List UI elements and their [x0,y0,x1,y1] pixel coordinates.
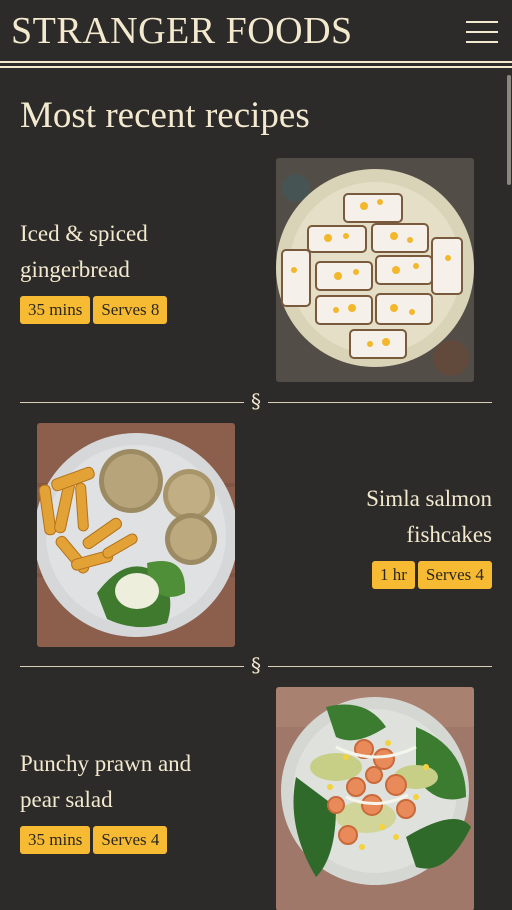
section-sign: § [251,389,261,413]
recipe-photo[interactable] [276,158,474,382]
recipe-title-line: Punchy prawn and [20,751,192,776]
hamburger-menu-icon[interactable] [466,21,498,43]
time-badge: 35 mins [20,296,91,324]
serves-badge: Serves 4 [417,561,492,589]
recipe-title-line: fishcakes [406,522,492,547]
recipe-photo[interactable] [37,423,235,647]
section-sign: § [251,653,261,677]
header-rule [0,66,512,68]
recipe-info: Simla salmon fishcakes 1 hr Serves 4 [272,481,492,589]
site-header: STRANGER FOODS [0,0,512,70]
recipe-title-line: Iced & spiced [20,221,148,246]
page-title: Most recent recipes [20,95,310,136]
recipe-title-line: Simla salmon [366,486,492,511]
recipe-title-link[interactable]: Simla salmon fishcakes [272,481,492,553]
recipe-card: Iced & spiced gingerbread 35 mins Serves … [0,158,512,384]
recipe-info: Punchy prawn and pear salad 35 mins Serve… [20,746,260,854]
serves-badge: Serves 8 [93,296,168,324]
recipe-title-link[interactable]: Iced & spiced gingerbread [20,216,260,288]
section-divider: § [20,389,492,413]
header-rule [0,61,512,63]
time-badge: 1 hr [372,561,415,589]
site-logo[interactable]: STRANGER FOODS [11,9,353,53]
time-badge: 35 mins [20,826,91,854]
recipe-title-line: pear salad [20,787,113,812]
recipe-title-line: gingerbread [20,257,130,282]
serves-badge: Serves 4 [93,826,168,854]
recipe-card: Punchy prawn and pear salad 35 mins Serve… [0,687,512,910]
recipe-info: Iced & spiced gingerbread 35 mins Serves … [20,216,260,324]
recipe-title-link[interactable]: Punchy prawn and pear salad [20,746,260,818]
recipe-card: Simla salmon fishcakes 1 hr Serves 4 [0,423,512,649]
recipe-photo[interactable] [276,687,474,910]
section-divider: § [20,653,492,677]
